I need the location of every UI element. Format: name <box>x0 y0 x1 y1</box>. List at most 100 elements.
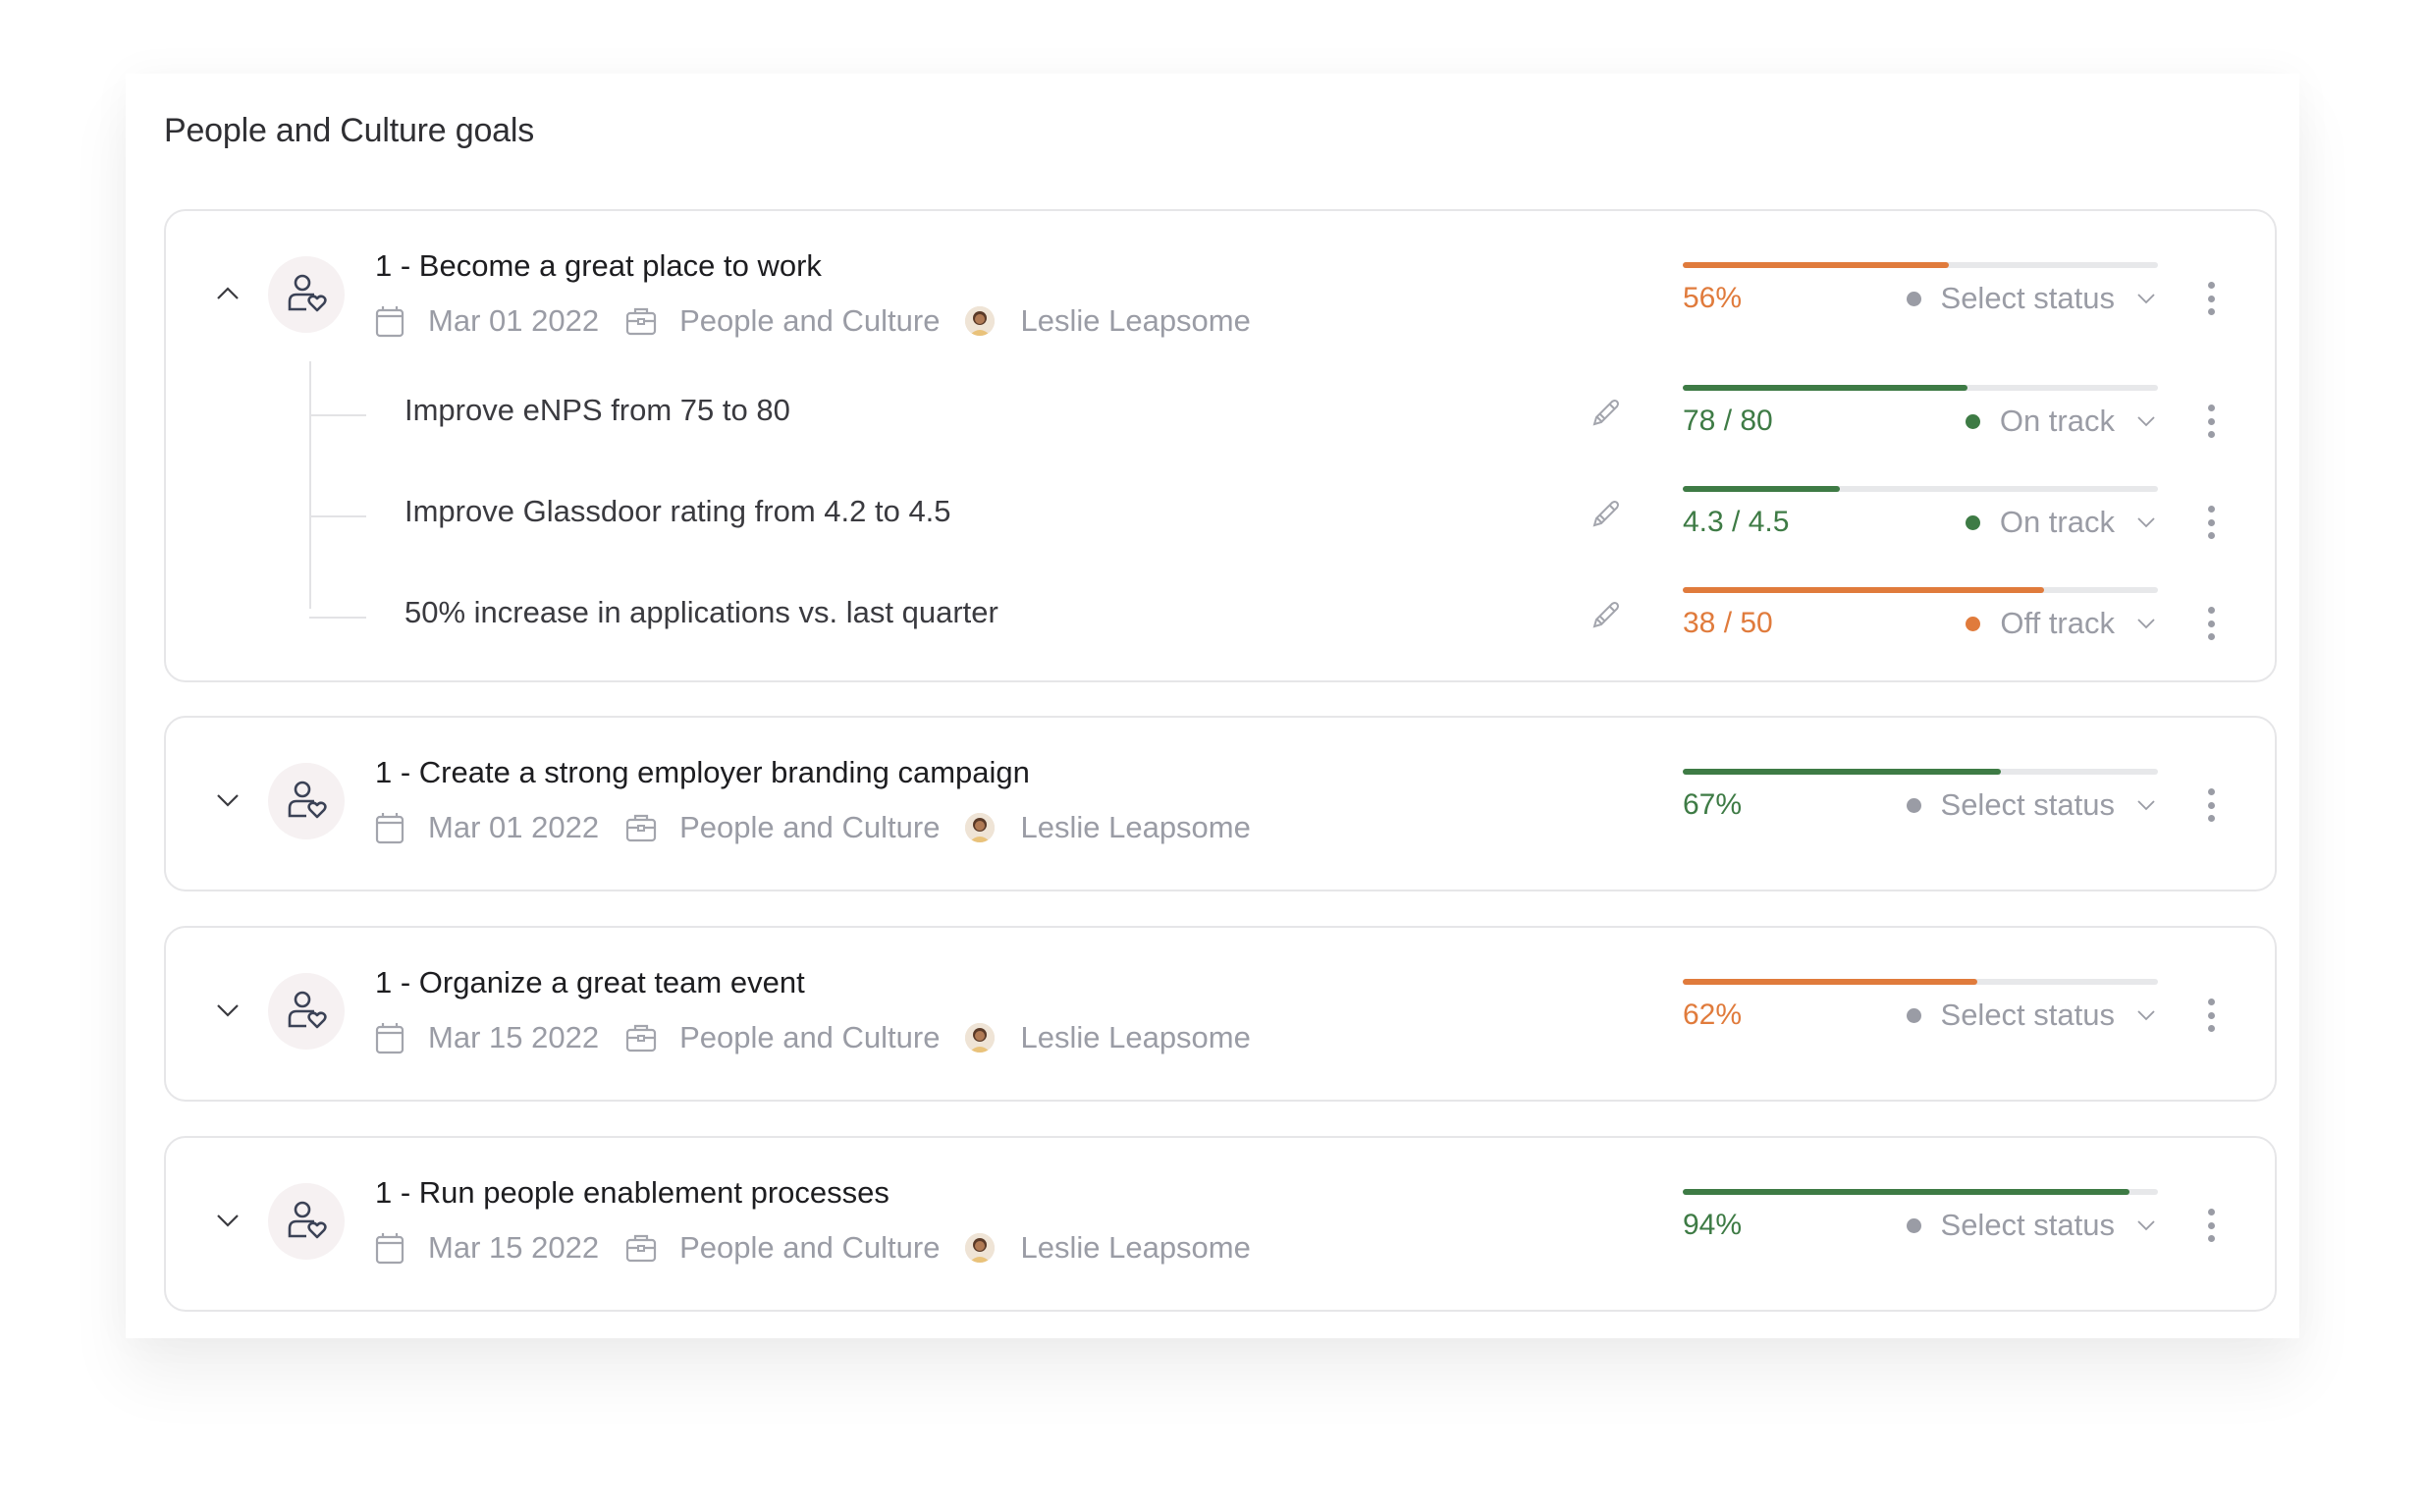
briefcase-icon <box>624 304 658 338</box>
page-title: People and Culture goals <box>164 112 535 149</box>
status-select[interactable]: Select status <box>1906 998 2158 1033</box>
chevron-down-icon <box>2134 793 2158 817</box>
goal-progress-bar <box>1683 769 2158 775</box>
chevron-down-icon[interactable] <box>213 996 242 1025</box>
goal-progress-bar <box>1683 979 2158 985</box>
goal-team[interactable]: People and Culture <box>679 1230 940 1266</box>
status-select[interactable]: Select status <box>1906 1208 2158 1243</box>
goal-meta: Mar 15 2022 People and Culture Leslie Leap… <box>373 1230 1276 1266</box>
goal-avatar <box>268 256 345 333</box>
calendar-icon <box>373 811 406 844</box>
calendar-icon <box>373 1231 406 1265</box>
status-select[interactable]: On track <box>1965 505 2158 540</box>
goal-progress-fill <box>1683 769 2002 775</box>
goal-owner[interactable]: Leslie Leapsome <box>1020 810 1250 845</box>
avatar <box>965 1233 996 1263</box>
kebab-menu-icon[interactable] <box>2205 506 2217 539</box>
kebab-menu-icon[interactable] <box>2205 607 2217 640</box>
key-result-progress-bar <box>1683 486 2158 492</box>
goal-owner[interactable]: Leslie Leapsome <box>1020 303 1250 339</box>
key-result-title[interactable]: 50% increase in applications vs. last qu… <box>404 595 998 630</box>
chevron-down-icon[interactable] <box>213 785 242 815</box>
goal-team[interactable]: People and Culture <box>679 810 940 845</box>
goal-team[interactable]: People and Culture <box>679 303 940 339</box>
status-select[interactable]: Select status <box>1906 281 2158 316</box>
goal-owner[interactable]: Leslie Leapsome <box>1020 1020 1250 1055</box>
goal-title[interactable]: 1 - Organize a great team event <box>375 965 805 1000</box>
goal-title[interactable]: 1 - Run people enablement processes <box>375 1175 889 1211</box>
goal-avatar <box>268 763 345 839</box>
goal-meta: Mar 01 2022 People and Culture Leslie Leap… <box>373 303 1276 339</box>
status-dot <box>1906 797 1921 813</box>
key-result-value: 4.3 / 4.5 <box>1683 506 1790 538</box>
person-heart-icon <box>285 273 328 316</box>
status-label: On track <box>1999 404 2115 438</box>
briefcase-icon <box>624 811 658 844</box>
tree-line <box>309 361 311 609</box>
status-select[interactable]: Off track <box>1966 606 2158 641</box>
calendar-icon <box>373 1021 406 1054</box>
goal-avatar <box>268 1183 345 1260</box>
goal-progress-bar <box>1683 1189 2158 1195</box>
status-label: Select status <box>1940 787 2115 822</box>
status-dot <box>1906 291 1921 306</box>
goal-date: Mar 01 2022 <box>428 303 600 338</box>
person-heart-icon <box>285 780 328 823</box>
pencil-icon[interactable] <box>1589 498 1622 531</box>
goal-owner[interactable]: Leslie Leapsome <box>1020 1230 1250 1266</box>
status-dot <box>1965 413 1980 429</box>
chevron-up-icon[interactable] <box>213 279 242 308</box>
goal-progress-fill <box>1683 1189 2129 1195</box>
status-select[interactable]: Select status <box>1906 787 2158 823</box>
key-result-progress-fill <box>1683 385 1968 391</box>
avatar <box>965 1023 996 1053</box>
calendar-icon <box>373 304 406 338</box>
key-result-progress-fill <box>1683 587 2044 593</box>
avatar <box>965 813 996 842</box>
tree-connector <box>309 414 366 416</box>
key-result-progress-fill <box>1683 486 1840 492</box>
goal-meta: Mar 15 2022 People and Culture Leslie Leap… <box>373 1020 1276 1055</box>
status-dot <box>1966 616 1981 631</box>
kebab-menu-icon[interactable] <box>2205 405 2217 438</box>
goal-progress-bar <box>1683 262 2158 268</box>
goal-meta: Mar 01 2022 People and Culture Leslie Leap… <box>373 810 1276 845</box>
goal-title[interactable]: 1 - Become a great place to work <box>375 248 822 284</box>
key-result-title[interactable]: Improve Glassdoor rating from 4.2 to 4.5 <box>404 494 951 529</box>
key-result-progress-bar <box>1683 385 2158 391</box>
status-dot <box>1906 1007 1921 1023</box>
key-result-value: 38 / 50 <box>1683 607 1773 639</box>
status-label: Select status <box>1940 998 2115 1032</box>
key-result-value: 78 / 80 <box>1683 405 1773 437</box>
goal-progress-fill <box>1683 979 1978 985</box>
kebab-menu-icon[interactable] <box>2205 999 2217 1032</box>
person-heart-icon <box>285 990 328 1033</box>
kebab-menu-icon[interactable] <box>2205 788 2217 822</box>
goal-title[interactable]: 1 - Create a strong employer branding ca… <box>375 755 1030 790</box>
person-heart-icon <box>285 1200 328 1243</box>
chevron-down-icon <box>2134 1003 2158 1027</box>
chevron-down-icon[interactable] <box>213 1206 242 1235</box>
goal-avatar <box>268 973 345 1050</box>
goal-team[interactable]: People and Culture <box>679 1020 940 1055</box>
goal-date: Mar 15 2022 <box>428 1230 600 1265</box>
briefcase-icon <box>624 1231 658 1265</box>
goal-progress-label: 56% <box>1683 282 1743 314</box>
chevron-down-icon <box>2134 409 2158 433</box>
key-result-title[interactable]: Improve eNPS from 75 to 80 <box>404 393 790 428</box>
kebab-menu-icon[interactable] <box>2205 1209 2217 1242</box>
pencil-icon[interactable] <box>1589 599 1622 632</box>
chevron-down-icon <box>2134 612 2158 635</box>
status-label: On track <box>1999 505 2115 539</box>
chevron-down-icon <box>2134 287 2158 310</box>
kebab-menu-icon[interactable] <box>2205 282 2217 315</box>
status-select[interactable]: On track <box>1965 404 2158 439</box>
pencil-icon[interactable] <box>1589 397 1622 430</box>
status-dot <box>1906 1217 1921 1233</box>
goal-progress-label: 62% <box>1683 999 1743 1031</box>
tree-connector <box>309 617 366 619</box>
goal-progress-fill <box>1683 262 1950 268</box>
goal-progress-label: 94% <box>1683 1209 1743 1241</box>
chevron-down-icon <box>2134 511 2158 534</box>
chevron-down-icon <box>2134 1214 2158 1237</box>
